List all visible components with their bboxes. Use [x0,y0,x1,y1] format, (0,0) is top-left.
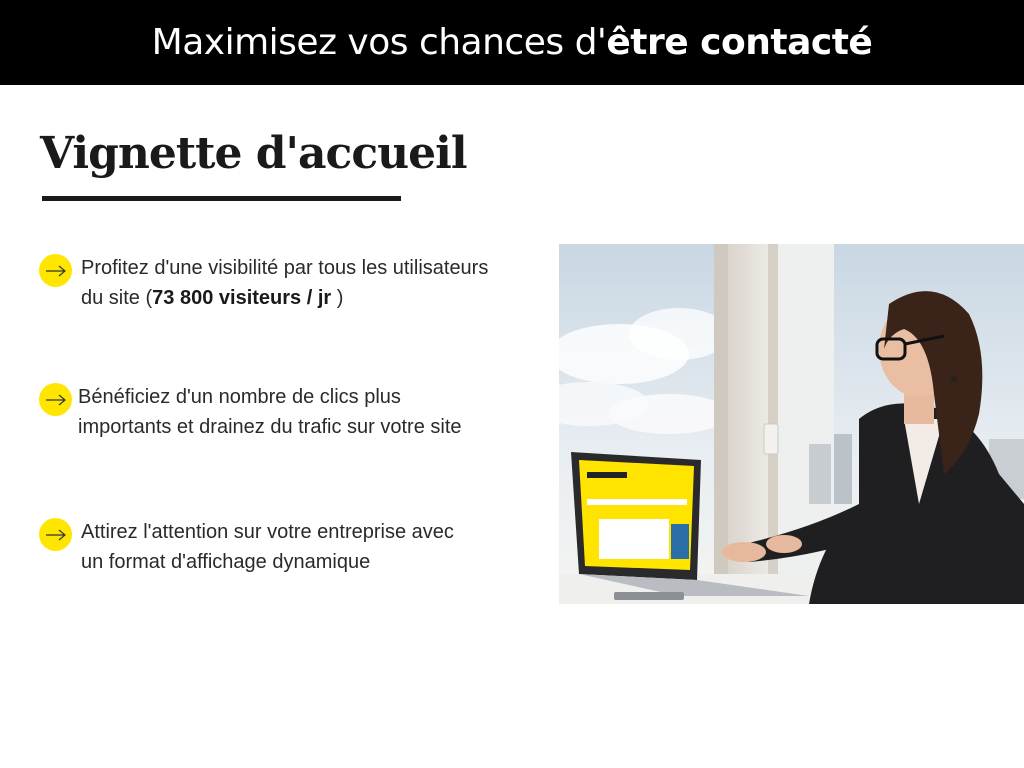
banner-title-bold: être contacté [606,22,873,63]
bullet-text: Attirez l'attention sur votre entreprise… [81,517,454,577]
slide: Maximisez vos chances d'être contacté Vi… [0,0,1024,768]
bullet-text: Profitez d'une visibilité par tous les u… [81,253,488,313]
header-banner: Maximisez vos chances d'être contacté [0,0,1024,85]
visitor-count: 73 800 visiteurs / jr [152,287,332,309]
bullet-item: Profitez d'une visibilité par tous les u… [39,254,488,313]
section-heading: Vignette d'accueil [40,128,468,179]
bullet-line-suffix: ) [331,287,344,309]
bullet-line: un format d'affichage dynamique [81,551,371,573]
bullet-item: Attirez l'attention sur votre entreprise… [39,518,454,577]
bullet-item: Bénéficiez d'un nombre de clics plus imp… [39,383,462,442]
bullet-text: Bénéficiez d'un nombre de clics plus imp… [78,382,462,442]
bullet-line: du site (73 800 visiteurs / jr ) [81,283,488,313]
office-photo [559,244,1024,604]
bullet-line: Bénéficiez d'un nombre de clics plus [78,386,401,408]
bullet-line-prefix: du site ( [81,287,153,309]
bullet-line: Attirez l'attention sur votre entreprise… [81,521,454,543]
bullet-line: importants et drainez du trafic sur votr… [78,416,462,438]
arrow-right-icon [39,254,72,287]
heading-underline [42,196,401,201]
bullet-line: Profitez d'une visibilité par tous les u… [81,257,489,279]
banner-title-light: Maximisez vos chances d' [151,22,607,63]
arrow-right-icon [39,383,72,416]
arrow-right-icon [39,518,72,551]
banner-title: Maximisez vos chances d'être contacté [152,22,873,63]
woman-at-laptop-illustration [559,244,1024,604]
